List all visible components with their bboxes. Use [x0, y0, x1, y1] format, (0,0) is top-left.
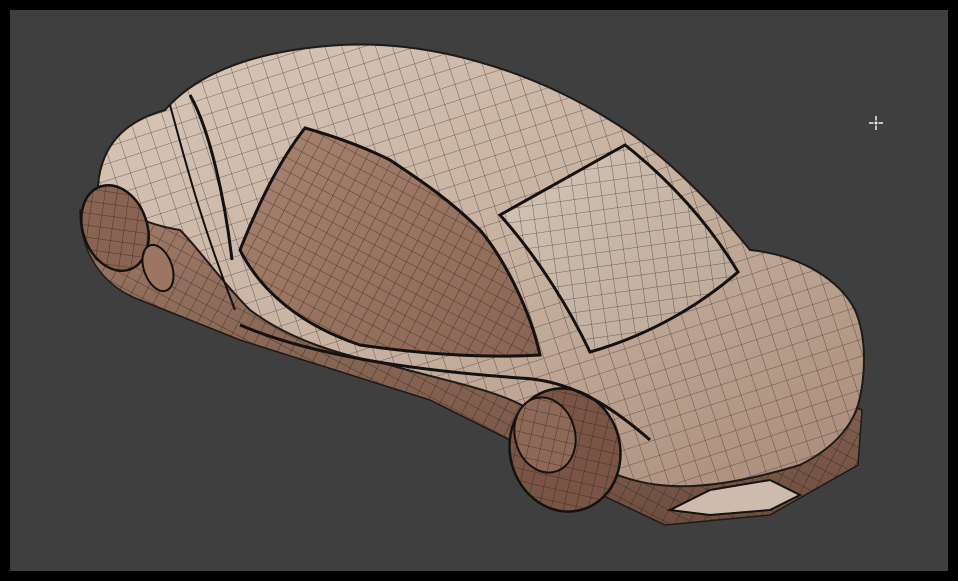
crosshair-cursor-icon	[869, 116, 883, 130]
3d-viewport[interactable]	[10, 10, 948, 571]
car-wireframe-model[interactable]	[10, 10, 948, 571]
application-frame	[0, 0, 958, 581]
